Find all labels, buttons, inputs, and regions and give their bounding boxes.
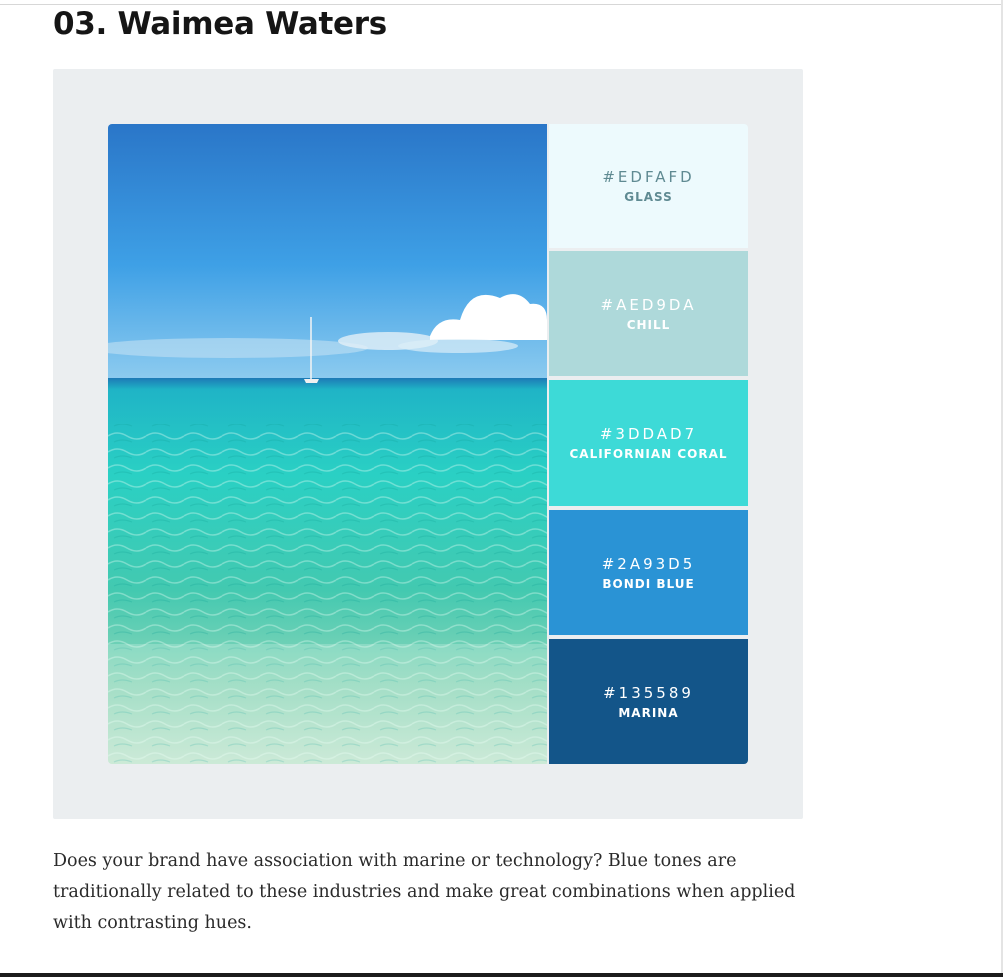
swatch-chill: #AED9DA CHILL	[549, 251, 748, 376]
swatch-name: MARINA	[618, 705, 679, 720]
swatch-hex: #135589	[603, 683, 694, 702]
article-paragraph: Does your brand have association with ma…	[53, 851, 796, 933]
swatch-name: CALIFORNIAN CORAL	[569, 447, 728, 461]
swatch-marina: #135589 MARINA	[549, 639, 748, 764]
swatch-hex: #2A93D5	[601, 554, 696, 573]
bottom-divider	[0, 973, 1003, 977]
swatch-bondi-blue: #2A93D5 BONDI BLUE	[549, 510, 748, 635]
swatch-californian-coral: #3DDAD7 CALIFORNIAN CORAL	[549, 380, 748, 506]
ocean-photo	[108, 124, 547, 764]
swatch-name: BONDI BLUE	[602, 576, 695, 591]
palette-figure: #EDFAFD GLASS #AED9DA CHILL #3DDAD7 CALI…	[53, 69, 803, 819]
swatch-name: CHILL	[626, 317, 671, 332]
swatch-hex: #EDFAFD	[602, 168, 695, 186]
swatch-hex: #3DDAD7	[599, 425, 698, 443]
section-title: 03. Waimea Waters	[53, 6, 387, 42]
color-swatch-list: #EDFAFD GLASS #AED9DA CHILL #3DDAD7 CALI…	[549, 124, 748, 764]
swatch-glass: #EDFAFD GLASS	[549, 124, 748, 248]
swatch-name: GLASS	[624, 190, 673, 204]
swatch-hex: #AED9DA	[600, 295, 697, 314]
